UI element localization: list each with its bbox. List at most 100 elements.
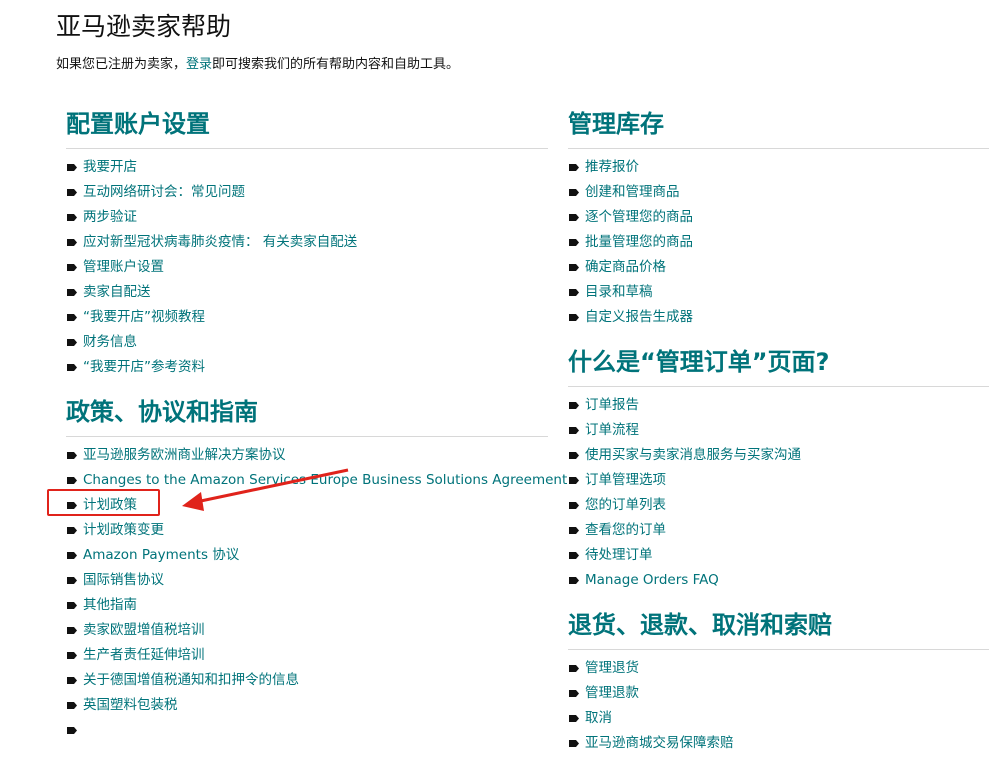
help-link[interactable]: 管理退货: [585, 660, 639, 676]
tag-bullet-icon: [67, 677, 77, 684]
list-item: 订单流程: [568, 418, 989, 443]
tag-bullet-icon: [569, 314, 579, 321]
help-link[interactable]: Changes to the Amazon Services Europe Bu…: [83, 472, 567, 488]
list-item: 卖家自配送: [66, 280, 548, 305]
help-link[interactable]: 互动网络研讨会：常见问题: [83, 184, 245, 200]
list-item: 亚马逊商城交易保障索赔: [568, 731, 989, 756]
list-item: 自定义报告生成器: [568, 305, 989, 330]
list-item: 国际销售协议: [66, 568, 548, 593]
help-link[interactable]: 待处理订单: [585, 547, 653, 563]
list-item: 确定商品价格: [568, 255, 989, 280]
tag-bullet-icon: [67, 289, 77, 296]
tag-bullet-icon: [569, 214, 579, 221]
help-link[interactable]: 卖家欧盟增值税培训: [83, 622, 205, 638]
help-link[interactable]: 卖家自配送: [83, 284, 151, 300]
help-link[interactable]: Amazon Payments 协议: [83, 547, 239, 563]
list-item: 查看您的订单: [568, 518, 989, 543]
right-column: 管理库存推荐报价创建和管理商品 逐个管理您的商品 批量管理您的商品 确定商品价格 目录和…: [568, 106, 989, 759]
tag-bullet-icon: [67, 602, 77, 609]
help-link[interactable]: 取消: [585, 710, 612, 726]
section: 配置账户设置我要开店互动网络研讨会：常见问题 两步验证应对新型冠状病毒肺炎疫情： …: [66, 106, 548, 390]
tag-bullet-icon: [67, 264, 77, 271]
list-item: 取消: [568, 706, 989, 731]
help-link[interactable]: 应对新型冠状病毒肺炎疫情： 有关卖家自配送: [83, 234, 357, 250]
tag-bullet-icon: [569, 427, 579, 434]
link-list: 订单报告订单流程使用买家与卖家消息服务与买家沟通 订单管理选项 您的订单列表 查看您的…: [568, 387, 989, 603]
help-link[interactable]: 英国塑料包装税: [83, 697, 178, 713]
help-link[interactable]: “我要开店”视频教程: [83, 309, 205, 325]
tag-bullet-icon: [569, 477, 579, 484]
tag-bullet-icon: [67, 702, 77, 709]
help-link[interactable]: 计划政策变更: [83, 522, 164, 538]
help-link[interactable]: 您的订单列表: [585, 497, 666, 513]
help-link[interactable]: “我要开店”参考资料: [83, 359, 205, 375]
list-item: 目录和草稿: [568, 280, 989, 305]
section: 什么是“管理订单”页面? 订单报告 订单流程 使用买家与卖家消息服务与买家沟通 订单管理…: [568, 344, 989, 603]
help-link[interactable]: 财务信息: [83, 334, 137, 350]
help-link[interactable]: 订单报告: [585, 397, 639, 413]
help-link[interactable]: 国际销售协议: [83, 572, 164, 588]
help-link[interactable]: 使用买家与卖家消息服务与买家沟通: [585, 447, 801, 463]
tag-bullet-icon: [67, 164, 77, 171]
help-link[interactable]: 订单流程: [585, 422, 639, 438]
list-item: 订单报告: [568, 393, 989, 418]
help-link[interactable]: 推荐报价: [585, 159, 639, 175]
help-link[interactable]: 管理账户设置: [83, 259, 164, 275]
link-list: 管理退货管理退款取消亚马逊商城交易保障索赔: [568, 650, 989, 759]
section-title[interactable]: 管理库存: [568, 106, 989, 149]
list-item: 亚马逊服务欧洲商业解决方案协议: [66, 443, 548, 468]
help-link[interactable]: 创建和管理商品: [585, 184, 680, 200]
list-item: 待处理订单: [568, 543, 989, 568]
help-link[interactable]: 管理退款: [585, 685, 639, 701]
tag-bullet-icon: [569, 577, 579, 584]
help-link[interactable]: 逐个管理您的商品: [585, 209, 693, 225]
intro-suffix: 即可搜索我们的所有帮助内容和自助工具。: [212, 57, 460, 72]
link-list: 亚马逊服务欧洲商业解决方案协议 Changes to the Amazon Ser…: [66, 437, 567, 753]
help-link[interactable]: 关于德国增值税通知和扣押令的信息: [83, 672, 299, 688]
tag-bullet-icon: [569, 264, 579, 271]
help-link[interactable]: 订单管理选项: [585, 472, 666, 488]
list-item: 计划政策变更: [66, 518, 548, 543]
tag-bullet-icon: [569, 452, 579, 459]
help-link[interactable]: 生产者责任延伸培训: [83, 647, 205, 663]
section-title[interactable]: 政策、协议和指南: [66, 394, 548, 437]
list-item: 我要开店: [66, 155, 548, 180]
intro-text: 如果您已注册为卖家，登录即可搜索我们的所有帮助内容和自助工具。: [56, 56, 459, 74]
list-item: 互动网络研讨会：常见问题: [66, 180, 548, 205]
list-item: 应对新型冠状病毒肺炎疫情： 有关卖家自配送: [66, 230, 548, 255]
tag-bullet-icon: [569, 665, 579, 672]
tag-bullet-icon: [569, 552, 579, 559]
section-title[interactable]: 退货、退款、取消和索赔: [568, 607, 989, 650]
tag-bullet-icon: [67, 452, 77, 459]
help-link[interactable]: 确定商品价格: [585, 259, 666, 275]
help-link[interactable]: 两步验证: [83, 209, 137, 225]
list-item: 卖家欧盟增值税培训: [66, 618, 548, 643]
list-item: 关于德国增值税通知和扣押令的信息: [66, 668, 548, 693]
help-link[interactable]: 我要开店: [83, 159, 137, 175]
login-link[interactable]: 登录: [186, 57, 212, 72]
tag-bullet-icon: [67, 189, 77, 196]
section: 管理库存推荐报价创建和管理商品 逐个管理您的商品 批量管理您的商品 确定商品价格 目录和…: [568, 106, 989, 340]
help-link[interactable]: 查看您的订单: [585, 522, 666, 538]
tag-bullet-icon: [67, 627, 77, 634]
help-link[interactable]: 其他指南: [83, 597, 137, 613]
page-title: 亚马逊卖家帮助: [56, 12, 232, 41]
help-link[interactable]: 亚马逊服务欧洲商业解决方案协议: [83, 447, 286, 463]
help-link[interactable]: 亚马逊商城交易保障索赔: [585, 735, 734, 751]
list-item: Amazon Payments 协议: [66, 543, 548, 568]
tag-bullet-icon: [67, 239, 77, 246]
tag-bullet-icon: [569, 527, 579, 534]
list-item: “我要开店”参考资料: [66, 355, 548, 380]
help-link[interactable]: 目录和草稿: [585, 284, 653, 300]
section-title[interactable]: 配置账户设置: [66, 106, 548, 149]
section-title[interactable]: 什么是“管理订单”页面?: [568, 344, 989, 387]
list-item: 逐个管理您的商品: [568, 205, 989, 230]
tag-bullet-icon: [569, 164, 579, 171]
help-link[interactable]: 批量管理您的商品: [585, 234, 693, 250]
help-link[interactable]: 自定义报告生成器: [585, 309, 693, 325]
help-link[interactable]: Manage Orders FAQ: [585, 572, 719, 588]
tag-bullet-icon: [67, 652, 77, 659]
section: 退货、退款、取消和索赔管理退货管理退款取消亚马逊商城交易保障索赔: [568, 607, 989, 759]
help-page: 亚马逊卖家帮助 如果您已注册为卖家，登录即可搜索我们的所有帮助内容和自助工具。 …: [0, 0, 989, 759]
tag-bullet-icon: [569, 715, 579, 722]
